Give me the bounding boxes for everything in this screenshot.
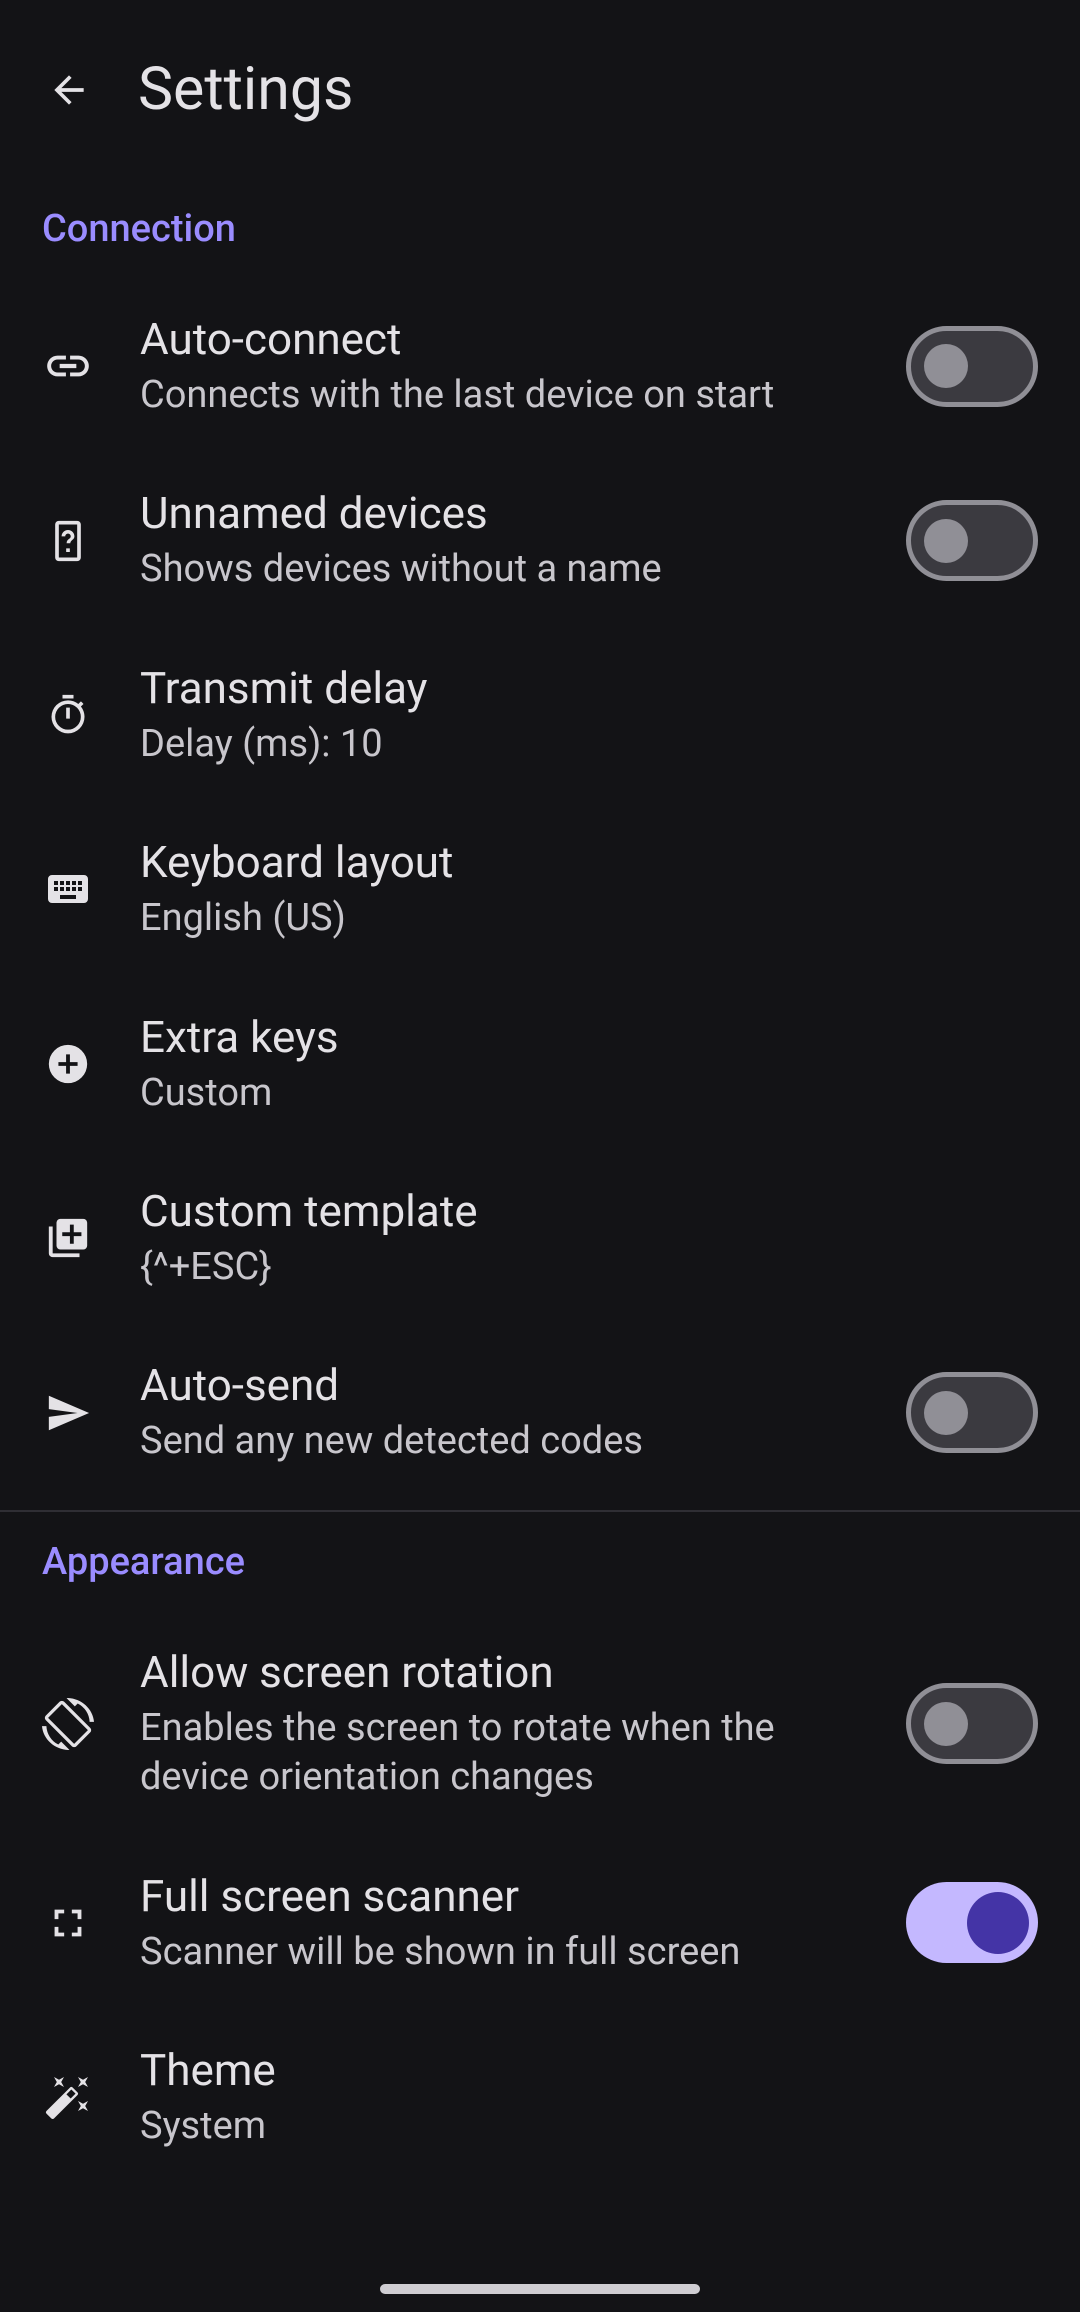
item-subtitle: Delay (ms): 10 xyxy=(140,720,1018,769)
item-unnamed-devices[interactable]: Unnamed devices Shows devices without a … xyxy=(0,453,1080,627)
item-full-screen-scanner[interactable]: Full screen scanner Scanner will be show… xyxy=(0,1836,1080,2010)
section-header-appearance: Appearance xyxy=(0,1512,1080,1612)
item-body: Theme System xyxy=(94,2043,1038,2151)
item-subtitle: System xyxy=(140,2102,1018,2151)
item-subtitle: Enables the screen to rotate when the de… xyxy=(140,1704,886,1803)
item-title: Allow screen rotation xyxy=(140,1645,886,1700)
fullscreen-icon xyxy=(42,1900,94,1946)
item-extra-keys[interactable]: Extra keys Custom xyxy=(0,977,1080,1151)
item-title: Extra keys xyxy=(140,1010,1018,1065)
item-title: Full screen scanner xyxy=(140,1869,886,1924)
item-subtitle: Scanner will be shown in full screen xyxy=(140,1928,886,1977)
item-body: Transmit delay Delay (ms): 10 xyxy=(94,661,1038,769)
item-auto-connect[interactable]: Auto-connect Connects with the last devi… xyxy=(0,279,1080,453)
item-body: Unnamed devices Shows devices without a … xyxy=(94,486,906,594)
toggle-screen-rotation[interactable] xyxy=(906,1683,1038,1764)
item-transmit-delay[interactable]: Transmit delay Delay (ms): 10 xyxy=(0,628,1080,802)
timer-icon xyxy=(42,693,94,737)
item-title: Unnamed devices xyxy=(140,486,886,541)
item-subtitle: Custom xyxy=(140,1069,1018,1118)
item-keyboard-layout[interactable]: Keyboard layout English (US) xyxy=(0,802,1080,976)
item-auto-send[interactable]: Auto-send Send any new detected codes xyxy=(0,1325,1080,1499)
send-icon xyxy=(42,1390,94,1436)
link-icon xyxy=(42,341,94,391)
item-body: Auto-connect Connects with the last devi… xyxy=(94,312,906,420)
back-button[interactable] xyxy=(45,66,93,114)
item-title: Custom template xyxy=(140,1184,1018,1239)
toggle-auto-connect[interactable] xyxy=(906,326,1038,407)
item-title: Transmit delay xyxy=(140,661,1018,716)
item-body: Allow screen rotation Enables the screen… xyxy=(94,1645,906,1803)
toggle-full-screen-scanner[interactable] xyxy=(906,1882,1038,1963)
item-subtitle: Shows devices without a name xyxy=(140,545,886,594)
toggle-auto-send[interactable] xyxy=(906,1372,1038,1453)
add-circle-icon xyxy=(42,1041,94,1087)
item-title: Theme xyxy=(140,2043,1018,2098)
item-body: Extra keys Custom xyxy=(94,1010,1038,1118)
item-subtitle: English (US) xyxy=(140,894,1018,943)
item-body: Auto-send Send any new detected codes xyxy=(94,1358,906,1466)
unknown-device-icon xyxy=(42,519,94,563)
toggle-unnamed-devices[interactable] xyxy=(906,500,1038,581)
item-title: Auto-send xyxy=(140,1358,886,1413)
section-header-connection: Connection xyxy=(0,179,1080,279)
page-title: Settings xyxy=(138,55,353,124)
app-bar: Settings xyxy=(0,0,1080,179)
item-body: Custom template {^+ESC} xyxy=(94,1184,1038,1292)
item-title: Auto-connect xyxy=(140,312,886,367)
item-custom-template[interactable]: Custom template {^+ESC} xyxy=(0,1151,1080,1325)
home-indicator[interactable] xyxy=(380,2284,700,2294)
keyboard-icon xyxy=(42,865,94,913)
item-body: Full screen scanner Scanner will be show… xyxy=(94,1869,906,1977)
add-to-queue-icon xyxy=(42,1215,94,1261)
item-theme[interactable]: Theme System xyxy=(0,2010,1080,2184)
item-screen-rotation[interactable]: Allow screen rotation Enables the screen… xyxy=(0,1612,1080,1836)
item-title: Keyboard layout xyxy=(140,835,1018,890)
arrow-back-icon xyxy=(47,68,91,112)
item-subtitle: Connects with the last device on start xyxy=(140,371,886,420)
item-body: Keyboard layout English (US) xyxy=(94,835,1038,943)
item-subtitle: Send any new detected codes xyxy=(140,1417,886,1466)
magic-wand-icon xyxy=(42,2073,94,2121)
screen-rotation-icon xyxy=(42,1698,94,1750)
item-subtitle: {^+ESC} xyxy=(140,1243,1018,1292)
